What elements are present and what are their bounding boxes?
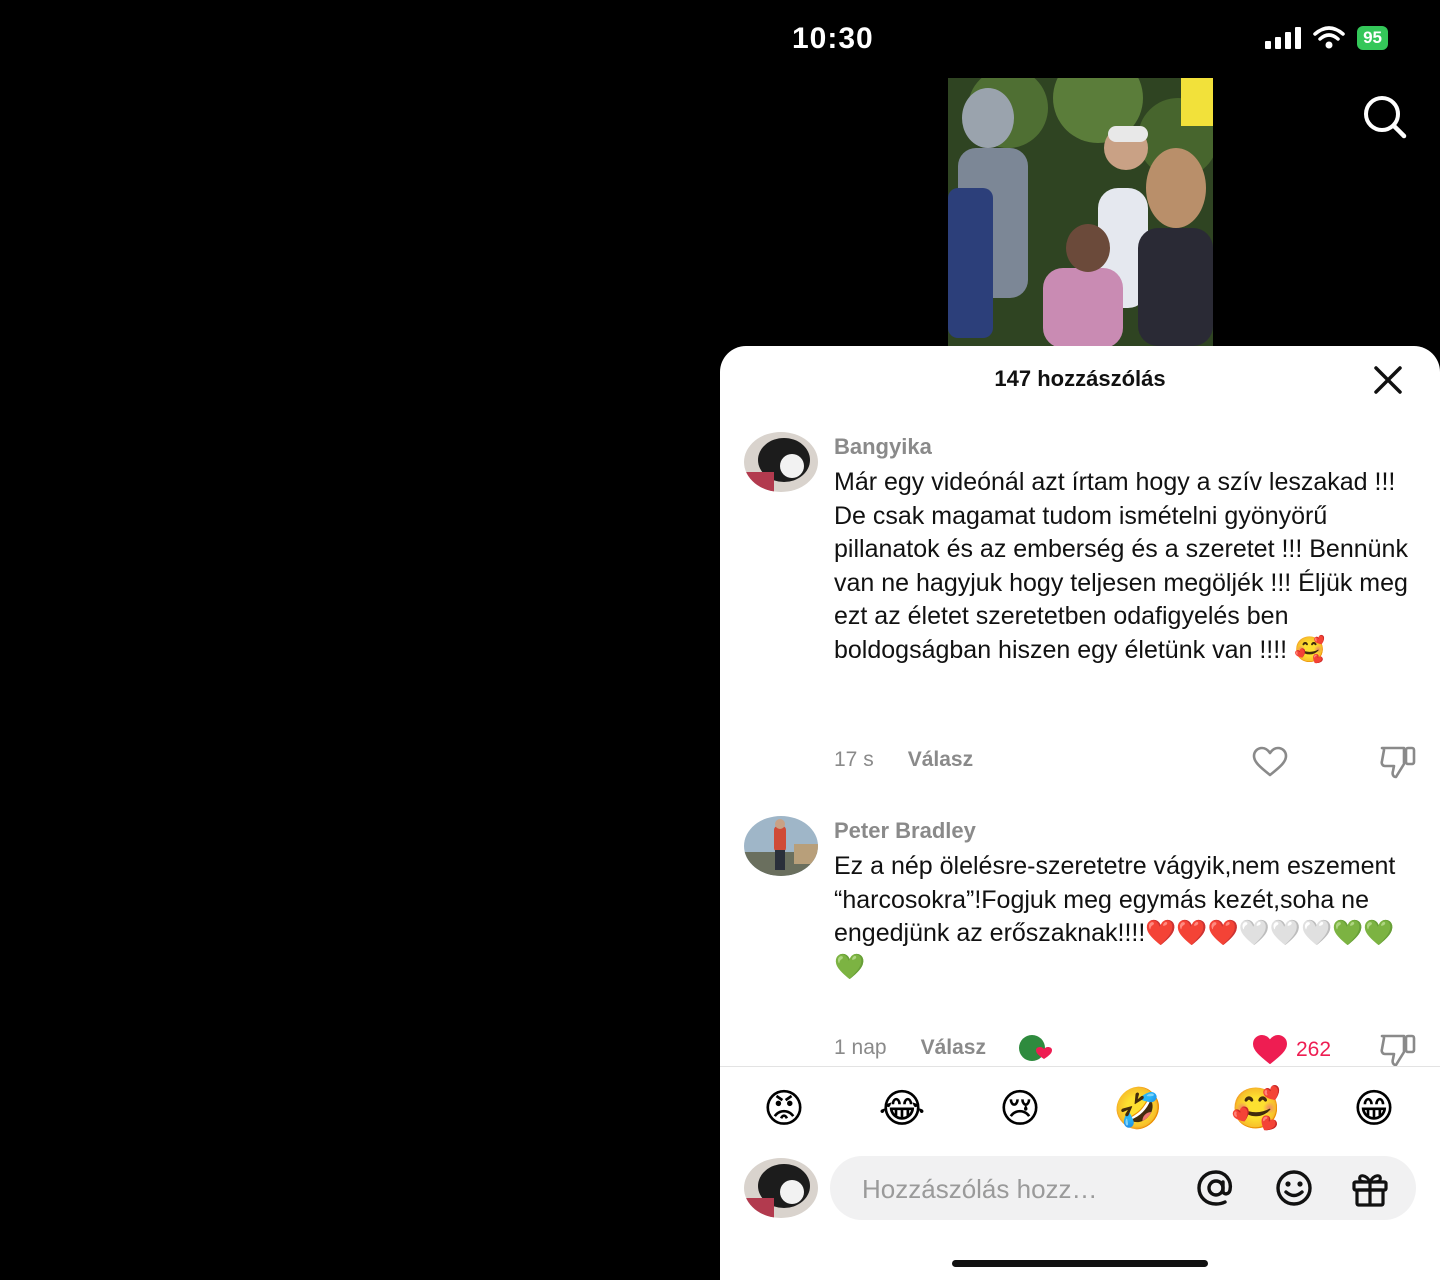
comment-text: Ez a nép ölelésre-szeretetre vágyik,nem … bbox=[834, 852, 1396, 981]
video-scene bbox=[948, 78, 1213, 346]
comment-item: Peter Bradley Ez a nép ölelésre-szeretet… bbox=[720, 816, 1440, 1068]
comment-meta: 1 nap Válasz bbox=[834, 1034, 1056, 1062]
comment-composer bbox=[830, 1156, 1416, 1220]
like-button[interactable]: 262 bbox=[1252, 1034, 1331, 1066]
close-icon bbox=[1374, 366, 1402, 394]
emoji-button[interactable]: 😂 bbox=[872, 1081, 932, 1137]
comment-meta: 17 s Válasz bbox=[834, 748, 973, 772]
divider bbox=[720, 1066, 1440, 1067]
comment-input[interactable] bbox=[860, 1170, 1164, 1208]
wifi-icon bbox=[1313, 26, 1345, 49]
dislike-button[interactable] bbox=[1378, 744, 1418, 780]
close-button[interactable] bbox=[1372, 364, 1404, 396]
emoji-button[interactable]: 😁 bbox=[1344, 1081, 1404, 1137]
reply-button[interactable]: Válasz bbox=[921, 1036, 986, 1060]
avatar[interactable] bbox=[744, 816, 818, 876]
dislike-button[interactable] bbox=[1378, 1032, 1418, 1068]
emoji-picker-button[interactable] bbox=[1272, 1168, 1316, 1208]
comment-item: Bangyika Már egy videónál azt írtam hogy… bbox=[720, 432, 1440, 779]
my-avatar bbox=[744, 1158, 818, 1218]
signal-icon bbox=[1265, 27, 1302, 49]
reply-button[interactable]: Válasz bbox=[908, 748, 973, 772]
status-bar: 10:30 95 bbox=[720, 0, 1440, 78]
creator-liked-badge bbox=[1016, 1034, 1056, 1062]
gift-button[interactable] bbox=[1348, 1168, 1392, 1208]
avatar[interactable] bbox=[744, 432, 818, 492]
dislike-icon bbox=[1380, 746, 1416, 779]
emoji-quick-bar: 😡 😂 😢 🤣 🥰 😁 bbox=[720, 1081, 1440, 1137]
search-icon bbox=[1364, 96, 1407, 139]
like-count: 262 bbox=[1296, 1038, 1332, 1061]
heart-icon bbox=[1253, 1035, 1287, 1064]
comment-username[interactable]: Peter Bradley bbox=[834, 818, 976, 844]
emoji-button[interactable]: 😢 bbox=[990, 1081, 1050, 1137]
at-icon bbox=[1197, 1170, 1233, 1206]
emoji-button[interactable]: 🤣 bbox=[1108, 1081, 1168, 1137]
comment-time: 17 s bbox=[834, 748, 874, 771]
emoji-icon bbox=[1276, 1170, 1312, 1206]
dislike-icon bbox=[1380, 1034, 1416, 1067]
comment-text: Már egy videónál azt írtam hogy a szív l… bbox=[834, 468, 1408, 664]
heart-icon bbox=[1252, 746, 1288, 777]
mention-button[interactable] bbox=[1194, 1168, 1238, 1208]
battery-indicator: 95 bbox=[1357, 26, 1388, 50]
search-button[interactable] bbox=[1360, 94, 1410, 140]
emoji-button[interactable]: 🥰 bbox=[1226, 1081, 1286, 1137]
status-icons: 95 bbox=[1265, 26, 1388, 50]
gift-icon bbox=[1352, 1174, 1388, 1207]
comment-time: 1 nap bbox=[834, 1036, 887, 1059]
like-button[interactable] bbox=[1252, 746, 1296, 778]
comments-title: 147 hozzászólás bbox=[994, 366, 1166, 391]
home-indicator bbox=[952, 1260, 1208, 1267]
comment-username[interactable]: Bangyika bbox=[834, 434, 932, 460]
status-time: 10:30 bbox=[792, 22, 874, 55]
video-thumbnail[interactable] bbox=[948, 78, 1213, 346]
emoji-button[interactable]: 😡 bbox=[754, 1081, 814, 1137]
comments-sheet: 147 hozzászólás Bangyika Már egy videóná… bbox=[720, 346, 1440, 1280]
